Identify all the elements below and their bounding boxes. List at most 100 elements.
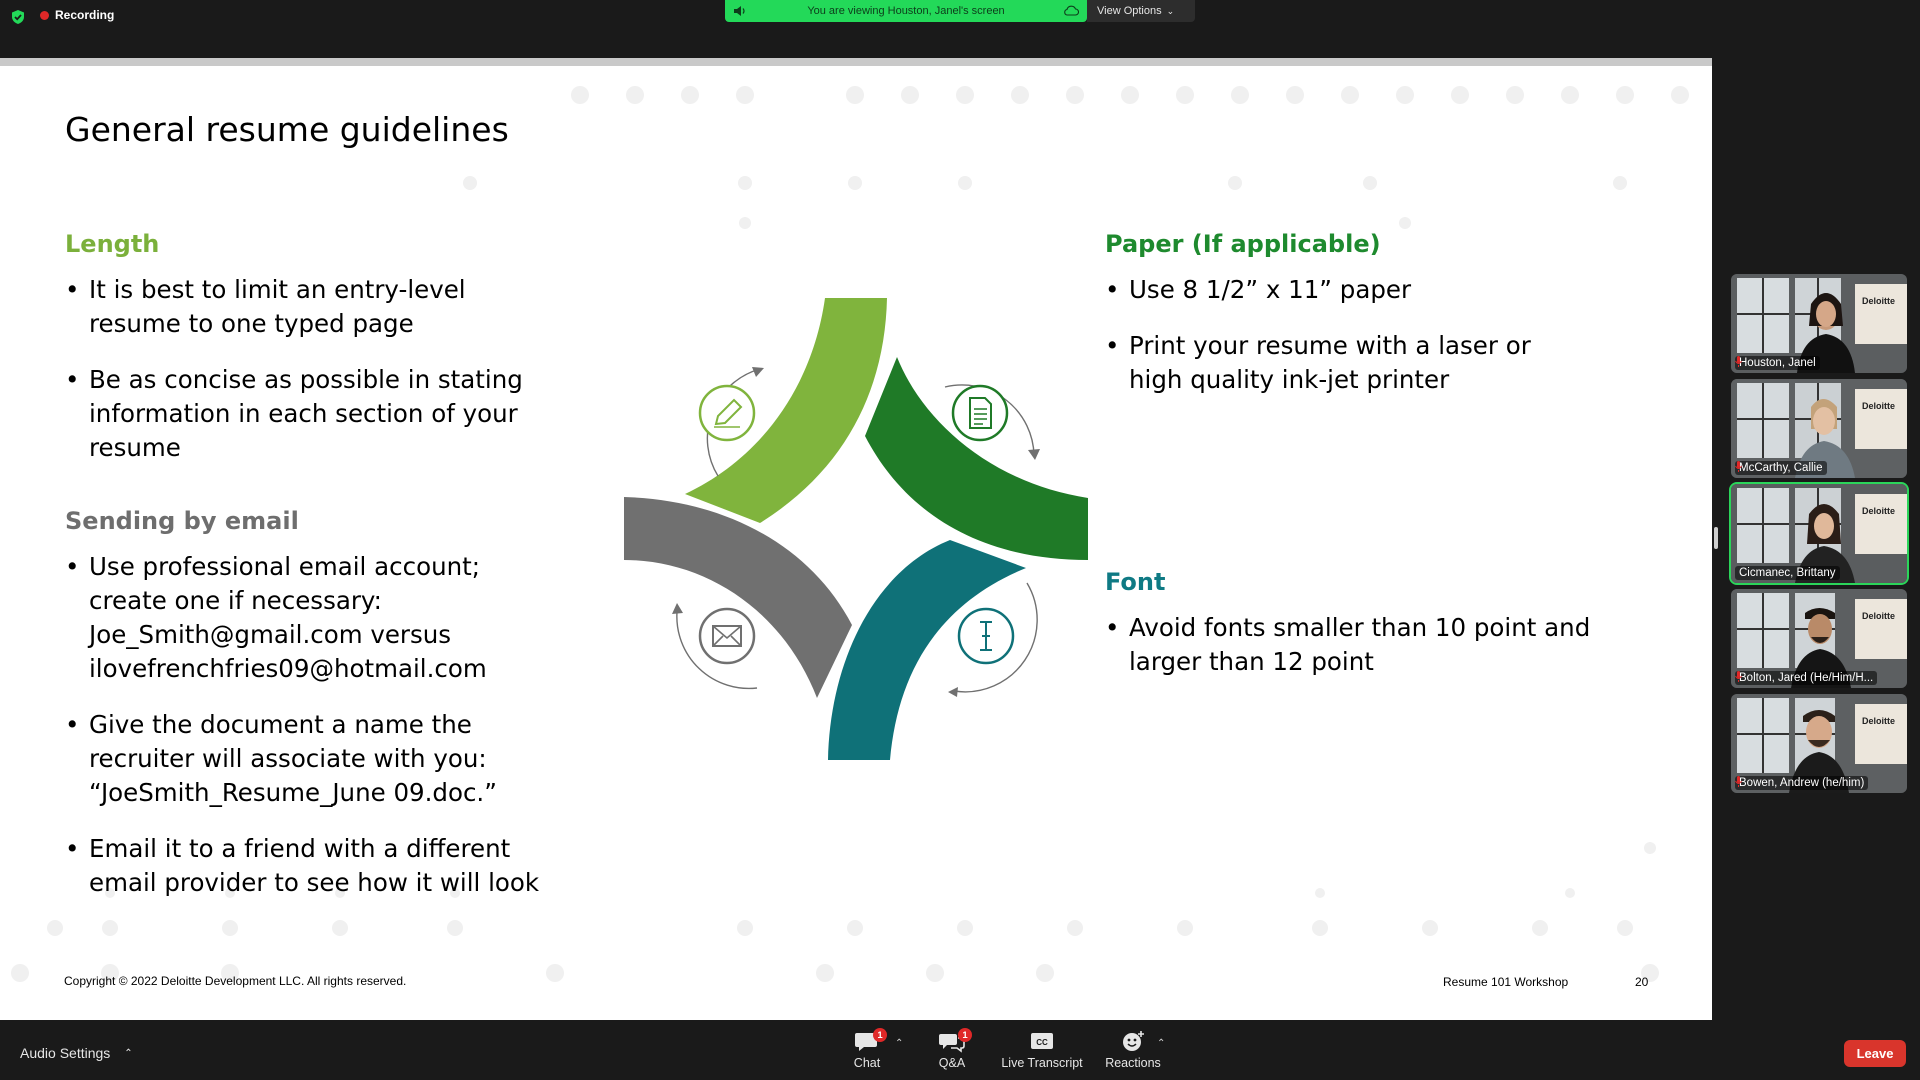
panel-resize-handle[interactable] <box>1714 527 1718 549</box>
participant-tile[interactable]: Deloitte Houston, Janel <box>1731 274 1907 373</box>
length-bullet-list: It is best to limit an entry-level resum… <box>65 273 565 487</box>
background-dot <box>846 86 864 104</box>
participant-name-label: McCarthy, Callie <box>1735 461 1827 475</box>
pencil-icon <box>698 384 756 442</box>
background-dot <box>47 920 63 936</box>
background-dot <box>11 964 29 982</box>
chevron-down-icon: ⌄ <box>1166 5 1175 16</box>
background-dot <box>901 86 919 104</box>
svg-text:Deloitte: Deloitte <box>1862 296 1895 306</box>
envelope-icon <box>698 607 756 665</box>
reactions-chevron-up-icon[interactable]: ⌃ <box>1157 1038 1165 1049</box>
svg-text:Deloitte: Deloitte <box>1862 611 1895 621</box>
background-dot <box>847 920 863 936</box>
participant-tile[interactable]: Deloitte Bolton, Jared (He/Him/H... <box>1731 589 1907 688</box>
participant-name-label: Bolton, Jared (He/Him/H... <box>1735 671 1878 685</box>
list-item: Use 8 1/2” x 11” paper <box>1105 273 1590 307</box>
speaker-icon[interactable] <box>733 5 747 17</box>
background-dot <box>736 86 754 104</box>
background-dot <box>681 86 699 104</box>
slide-title: General resume guidelines <box>65 110 509 149</box>
font-heading: Font <box>1105 568 1166 596</box>
background-dot <box>1228 176 1242 190</box>
background-dot <box>1176 86 1194 104</box>
background-dot <box>546 964 564 982</box>
background-dot <box>463 176 477 190</box>
smiley-icon <box>1123 1031 1144 1051</box>
cycle-diagram <box>624 298 1088 760</box>
shared-slide: General resume guidelines Length It is b… <box>0 58 1712 1020</box>
background-dot <box>1011 86 1029 104</box>
list-item: Give the document a name the recruiter w… <box>65 708 565 810</box>
background-dot <box>737 920 753 936</box>
cloud-icon <box>1064 5 1079 16</box>
background-dot <box>222 920 238 936</box>
font-bullet-list: Avoid fonts smaller than 10 point and la… <box>1105 611 1665 701</box>
security-shield-icon[interactable] <box>10 9 26 25</box>
background-dot <box>1399 217 1411 229</box>
background-dot <box>926 964 944 982</box>
live-transcript-label: Live Transcript <box>1001 1056 1083 1070</box>
participant-name-label: Cicmanec, Brittany <box>1735 566 1840 580</box>
background-dot <box>1671 86 1689 104</box>
background-dot <box>1341 86 1359 104</box>
microphone-muted-icon <box>1735 671 1742 682</box>
viewing-banner: You are viewing Houston, Janel's screen <box>725 0 1087 22</box>
background-dot <box>102 920 118 936</box>
background-dot <box>332 920 348 936</box>
background-dot <box>1616 86 1634 104</box>
background-dot <box>739 217 751 229</box>
background-dot <box>1036 964 1054 982</box>
reactions-label: Reactions <box>1105 1056 1161 1070</box>
footer-page-number: 20 <box>1635 975 1649 989</box>
background-dot <box>1644 842 1656 854</box>
background-dot <box>848 176 862 190</box>
background-dot <box>1231 86 1249 104</box>
viewing-banner-text: You are viewing Houston, Janel's screen <box>807 5 1005 17</box>
svg-text:Deloitte: Deloitte <box>1862 506 1895 516</box>
chevron-up-icon: ⌃ <box>124 1047 133 1059</box>
participant-tile-active-speaker[interactable]: Deloitte Cicmanec, Brittany <box>1729 482 1909 585</box>
qa-button[interactable]: 1 Q&A <box>902 1028 1002 1076</box>
background-dot <box>1396 86 1414 104</box>
background-dot <box>738 176 752 190</box>
list-item: Be as concise as possible in stating inf… <box>65 363 565 465</box>
microphone-muted-icon <box>1735 776 1742 787</box>
background-dot <box>1121 86 1139 104</box>
qa-label: Q&A <box>938 1056 966 1070</box>
participant-name-label: Bowen, Andrew (he/him) <box>1735 776 1869 790</box>
paper-heading: Paper (If applicable) <box>1105 230 1381 258</box>
svg-text:Deloitte: Deloitte <box>1862 401 1895 411</box>
background-dot <box>1422 920 1438 936</box>
top-bar: Recording You are viewing Houston, Janel… <box>0 0 1920 58</box>
participant-tile[interactable]: Deloitte McCarthy, Callie <box>1731 379 1907 478</box>
audio-settings-button[interactable]: Audio Settings ⌃ <box>20 1045 133 1061</box>
list-item: It is best to limit an entry-level resum… <box>65 273 565 341</box>
email-bullet-list: Use professional email account; create o… <box>65 550 565 922</box>
background-dot <box>1561 86 1579 104</box>
footer-copyright: Copyright © 2022 Deloitte Development LL… <box>64 974 407 988</box>
background-dot <box>956 86 974 104</box>
email-heading: Sending by email <box>65 507 299 535</box>
participant-tile[interactable]: Deloitte Bowen, Andrew (he/him) <box>1731 694 1907 793</box>
leave-button[interactable]: Leave <box>1844 1040 1906 1067</box>
recording-indicator[interactable]: Recording <box>40 8 114 22</box>
closed-caption-icon: CC <box>1031 1033 1053 1049</box>
qa-badge: 1 <box>958 1028 972 1042</box>
background-dot <box>816 964 834 982</box>
microphone-muted-icon <box>1735 461 1742 472</box>
live-transcript-button[interactable]: CC Live Transcript <box>992 1028 1092 1076</box>
chat-badge: 1 <box>873 1028 887 1042</box>
paper-bullet-list: Use 8 1/2” x 11” paper Print your resume… <box>1105 273 1590 419</box>
view-options-button[interactable]: View Options ⌄ <box>1087 0 1195 22</box>
background-dot <box>1315 888 1325 898</box>
list-item: Use professional email account; create o… <box>65 550 565 686</box>
background-dot <box>447 920 463 936</box>
svg-text:Deloitte: Deloitte <box>1862 716 1895 726</box>
background-dot <box>571 86 589 104</box>
reactions-button[interactable]: Reactions <box>1083 1028 1183 1076</box>
chat-label: Chat <box>853 1056 881 1070</box>
background-dot <box>1565 888 1575 898</box>
meeting-toolbar: Audio Settings ⌃ 1 Chat ⌃ 1 Q&A CC Live … <box>0 1020 1920 1080</box>
list-item: Avoid fonts smaller than 10 point and la… <box>1105 611 1665 679</box>
